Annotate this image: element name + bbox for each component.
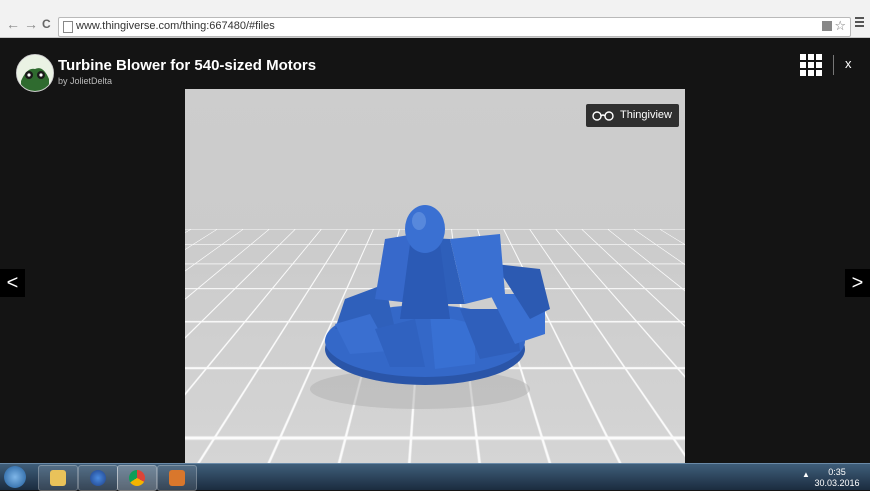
model-viewer[interactable]: Thingiview: [185, 89, 685, 463]
avatar[interactable]: [16, 54, 54, 92]
translate-icon[interactable]: [822, 21, 832, 31]
clock-date: 30.03.2016: [812, 478, 862, 489]
thing-lightbox: Turbine Blower for 540-sized Motors by J…: [0, 38, 870, 463]
chevron-left-icon: <: [7, 272, 19, 294]
taskbar-item-chrome[interactable]: [117, 465, 157, 491]
grid-view-icon[interactable]: [800, 54, 822, 76]
prev-image-button[interactable]: <: [0, 269, 25, 297]
back-arrow-icon[interactable]: ←: [6, 17, 20, 31]
thing-author[interactable]: by JolietDelta: [58, 76, 112, 86]
browser-toolbar: ← → C www.thingiverse.com/thing:667480/#…: [0, 0, 870, 38]
taskbar-item-installer[interactable]: [157, 465, 197, 491]
system-clock[interactable]: 0:35 30.03.2016: [812, 467, 862, 489]
glasses-icon: [592, 109, 614, 121]
chevron-right-icon: >: [852, 272, 864, 294]
thingiview-label: Thingiview: [620, 109, 672, 121]
url-text[interactable]: www.thingiverse.com/thing:667480/#files: [76, 20, 275, 32]
header-divider: [833, 55, 834, 75]
browser-menu-icon[interactable]: [855, 17, 864, 26]
windows-start-icon[interactable]: [4, 466, 26, 488]
firefox-icon: [90, 470, 106, 486]
installer-icon: [169, 470, 185, 486]
taskbar-item-firefox[interactable]: [78, 465, 118, 491]
bookmark-star-icon[interactable]: ☆: [834, 18, 846, 34]
tray-expand-icon[interactable]: ▲: [802, 470, 810, 479]
taskbar: ▲ 0:35 30.03.2016: [0, 463, 870, 490]
forward-arrow-icon[interactable]: →: [24, 17, 38, 31]
thing-title: Turbine Blower for 540-sized Motors: [58, 57, 316, 74]
address-bar[interactable]: www.thingiverse.com/thing:667480/#files …: [58, 17, 851, 37]
chrome-icon: [129, 470, 145, 486]
clock-time: 0:35: [812, 467, 862, 478]
page-icon: [63, 21, 73, 33]
turbine-model: [185, 89, 685, 463]
close-button[interactable]: x: [845, 56, 852, 71]
reload-icon[interactable]: C: [42, 17, 51, 31]
next-image-button[interactable]: >: [845, 269, 870, 297]
file-explorer-icon: [50, 470, 66, 486]
thingiview-button[interactable]: Thingiview: [586, 104, 679, 127]
taskbar-item-explorer[interactable]: [38, 465, 78, 491]
